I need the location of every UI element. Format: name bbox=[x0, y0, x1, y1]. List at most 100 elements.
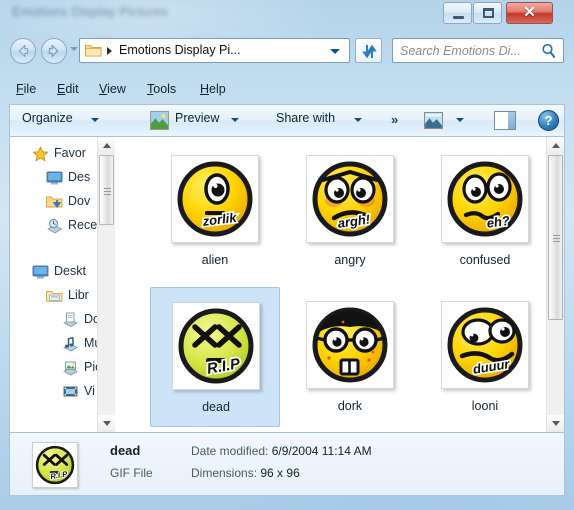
file-thumbnail bbox=[306, 301, 394, 389]
toolbar-overflow-button[interactable]: » bbox=[391, 112, 398, 127]
file-item-confused[interactable]: eh? confused bbox=[420, 141, 550, 281]
pictures-icon bbox=[62, 360, 79, 376]
file-item-alien[interactable]: zorlik alien bbox=[150, 141, 280, 281]
preview-button[interactable]: Preview bbox=[175, 111, 219, 125]
address-path-text[interactable]: Emotions Display Pi... bbox=[119, 43, 241, 57]
picture-preview-icon bbox=[150, 111, 169, 130]
sidebar-item-label: Libr bbox=[68, 288, 89, 302]
details-file-type: GIF File bbox=[110, 466, 153, 480]
content-scroll-down-button[interactable] bbox=[547, 415, 564, 432]
minimize-icon bbox=[444, 3, 471, 23]
details-pane: R.I.P dead Date modified: 6/9/2004 11:14… bbox=[9, 433, 565, 496]
svg-text:eh?: eh? bbox=[486, 213, 511, 231]
sidebar-scroll-thumb[interactable] bbox=[99, 155, 114, 225]
documents-icon bbox=[62, 312, 79, 328]
menu-help[interactable]: Help bbox=[193, 80, 233, 98]
content-area: Favor Des Dov Rece Deskt Libr Do Mu Pic … bbox=[9, 136, 565, 433]
menu-tools[interactable]: Tools bbox=[140, 80, 183, 98]
maximize-button[interactable] bbox=[473, 2, 502, 24]
details-date-value: 6/9/2004 11:14 AM bbox=[271, 444, 372, 458]
menu-edit[interactable]: Edit bbox=[50, 80, 86, 98]
navigation-bar: Emotions Display Pi... Search Emotions D… bbox=[0, 33, 574, 69]
menu-help-rest: elp bbox=[209, 82, 226, 96]
details-dimensions-label: Dimensions: bbox=[191, 466, 258, 480]
back-arrow-icon bbox=[18, 44, 29, 58]
desktop-icon bbox=[32, 264, 49, 280]
menu-tools-rest: ools bbox=[153, 82, 177, 96]
sidebar-item-label: Deskt bbox=[54, 264, 86, 278]
menu-help-accel: H bbox=[200, 82, 210, 96]
content-scroll-thumb[interactable] bbox=[548, 155, 563, 320]
menu-edit-rest: dit bbox=[65, 82, 79, 96]
explorer-window: Emotions Display Pictures ✕ Emotions Dis… bbox=[0, 0, 574, 510]
search-icon[interactable] bbox=[541, 43, 556, 59]
close-button[interactable]: ✕ bbox=[506, 2, 553, 24]
navigation-pane: Favor Des Dov Rece Deskt Libr Do Mu Pic … bbox=[10, 137, 120, 432]
sidebar-item-label: Dov bbox=[68, 194, 91, 208]
desktop-icon bbox=[46, 170, 63, 186]
share-chevron-down-icon[interactable] bbox=[354, 118, 362, 122]
forward-arrow-icon bbox=[48, 44, 59, 58]
file-thumbnail: argh! bbox=[306, 155, 394, 243]
file-item-dork[interactable]: dork bbox=[285, 287, 415, 427]
menu-view-rest: iew bbox=[107, 82, 126, 96]
minimize-button[interactable] bbox=[443, 2, 472, 24]
file-item-angry[interactable]: argh! angry bbox=[285, 141, 415, 281]
address-bar[interactable]: Emotions Display Pi... bbox=[79, 38, 350, 63]
change-view-icon[interactable] bbox=[424, 112, 443, 129]
sidebar-item-label: Rece bbox=[68, 218, 98, 232]
file-name-label: dork bbox=[337, 399, 363, 413]
downloads-icon bbox=[46, 194, 63, 210]
organize-button[interactable]: Organize bbox=[22, 111, 73, 125]
menu-bar: File Edit View Tools Help bbox=[9, 80, 565, 102]
search-input[interactable]: Search Emotions Di... bbox=[392, 38, 564, 63]
sidebar-scrollbar[interactable] bbox=[97, 137, 115, 432]
back-button[interactable] bbox=[10, 38, 36, 64]
refresh-button[interactable] bbox=[355, 38, 382, 63]
scroll-down-arrow-icon bbox=[552, 421, 560, 426]
preview-pane-toggle-icon[interactable] bbox=[494, 111, 516, 130]
file-thumbnail: eh? bbox=[441, 155, 529, 243]
history-dropdown-icon[interactable] bbox=[70, 47, 78, 51]
file-name-label: dead bbox=[202, 400, 230, 414]
content-scroll-up-button[interactable] bbox=[547, 137, 564, 154]
file-name-label: angry bbox=[334, 253, 366, 267]
file-thumbnail: duuur bbox=[441, 301, 529, 389]
details-date-label: Date modified: bbox=[191, 444, 269, 458]
file-name-label: confused bbox=[459, 253, 511, 267]
title-bar[interactable]: Emotions Display Pictures ✕ bbox=[0, 0, 574, 32]
sidebar-scroll-down-button[interactable] bbox=[98, 415, 115, 432]
sidebar-item-label: Vi bbox=[84, 384, 95, 398]
folder-icon bbox=[85, 45, 102, 57]
star-icon bbox=[32, 146, 49, 162]
details-dimensions-value: 96 x 96 bbox=[260, 466, 300, 480]
scroll-up-arrow-icon bbox=[552, 143, 560, 148]
close-icon: ✕ bbox=[523, 4, 536, 21]
preview-chevron-down-icon[interactable] bbox=[231, 118, 239, 122]
search-placeholder: Search Emotions Di... bbox=[400, 44, 521, 58]
menu-view[interactable]: View bbox=[92, 80, 133, 98]
content-scrollbar[interactable] bbox=[546, 137, 564, 432]
details-thumbnail: R.I.P bbox=[32, 442, 78, 488]
forward-button[interactable] bbox=[41, 38, 67, 64]
organize-chevron-down-icon[interactable] bbox=[91, 118, 99, 122]
view-chevron-down-icon[interactable] bbox=[456, 118, 464, 122]
sidebar-scroll-up-button[interactable] bbox=[98, 137, 115, 154]
file-thumbnail: zorlik bbox=[171, 155, 259, 243]
scroll-up-arrow-icon bbox=[103, 143, 111, 148]
refresh-icon bbox=[362, 44, 377, 59]
chevron-down-icon[interactable] bbox=[330, 49, 340, 54]
file-item-dead[interactable]: R.I.P dead bbox=[150, 287, 280, 427]
file-item-looni[interactable]: duuur looni bbox=[420, 287, 550, 427]
help-icon[interactable]: ? bbox=[538, 110, 559, 131]
details-dimensions: Dimensions: 96 x 96 bbox=[191, 466, 300, 480]
file-thumbnail: R.I.P bbox=[172, 302, 260, 390]
maximize-icon bbox=[474, 3, 501, 23]
sidebar-item-label: Des bbox=[68, 170, 91, 184]
share-with-button[interactable]: Share with bbox=[276, 111, 335, 125]
menu-file[interactable]: File bbox=[9, 80, 43, 98]
file-list-pane[interactable]: zorlik alien argh! angry eh? confused R.… bbox=[120, 137, 564, 432]
details-date-modified: Date modified: 6/9/2004 11:14 AM bbox=[191, 444, 372, 458]
recent-places-icon bbox=[46, 218, 63, 234]
chevron-right-icon[interactable] bbox=[107, 47, 112, 55]
